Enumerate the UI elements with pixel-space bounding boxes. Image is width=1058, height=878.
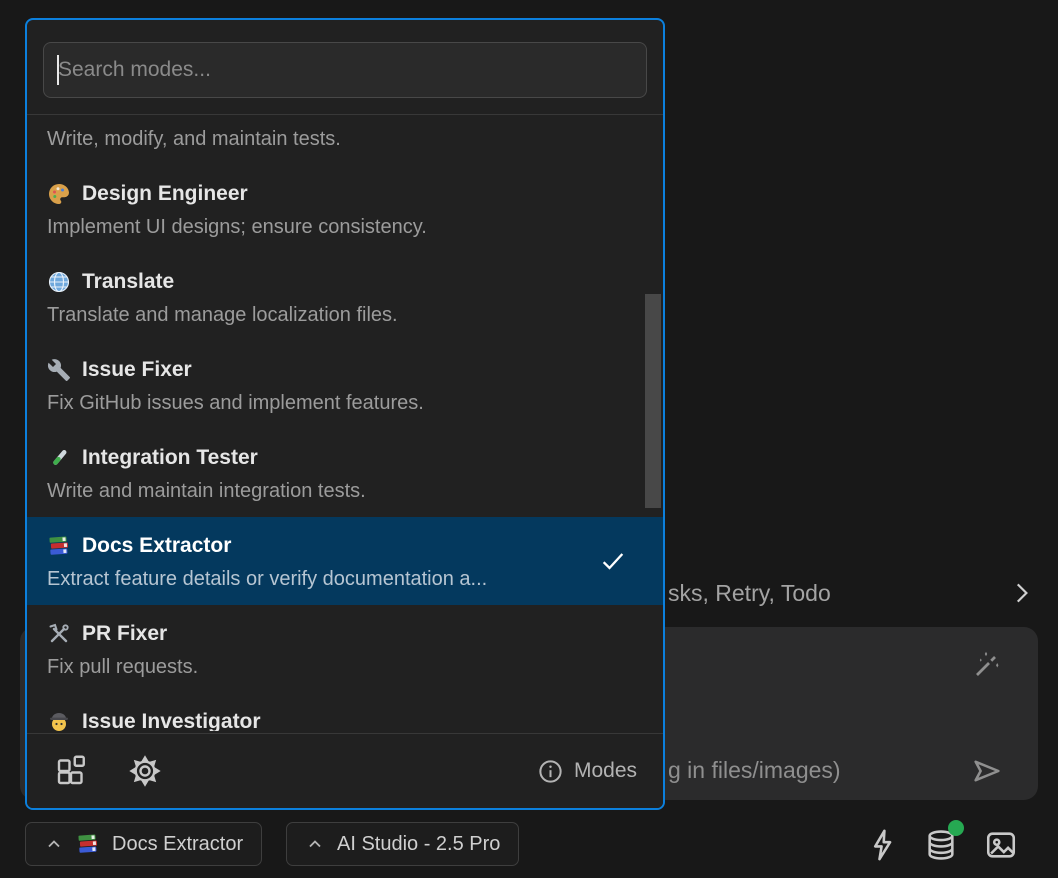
task-header-text: sks, Retry, Todo [668, 580, 831, 607]
palette-icon [47, 182, 71, 206]
modes-label: Modes [574, 759, 637, 783]
mode-item-issue-fixer[interactable]: Issue Fixer Fix GitHub issues and implem… [27, 341, 663, 429]
chevron-up-icon [305, 834, 325, 854]
status-bar: Docs Extractor AI Studio - 2.5 Pro [0, 820, 1058, 870]
info-icon [537, 758, 564, 785]
mode-list: Write, modify, and maintain tests. D [27, 115, 663, 731]
chevron-right-icon[interactable] [1008, 580, 1034, 606]
chat-input-placeholder[interactable]: g in files/images) [668, 757, 841, 784]
search-modes-input[interactable] [43, 42, 647, 98]
search-section [27, 20, 663, 115]
database-status-dot [948, 820, 964, 836]
checkmark-icon [599, 547, 627, 575]
hammer-wrench-icon [47, 622, 71, 646]
mode-item-clipped-top[interactable]: Write, modify, and maintain tests. [27, 115, 663, 165]
app-window: sks, Retry, Todo g in files/images) [0, 0, 1058, 878]
globe-icon [47, 270, 71, 294]
extensions-icon[interactable] [53, 753, 89, 789]
model-selector-label: AI Studio - 2.5 Pro [337, 833, 500, 856]
text-cursor [57, 55, 59, 85]
test-tube-icon [47, 446, 71, 470]
send-icon[interactable] [970, 754, 1004, 788]
test-tube-icon [47, 115, 71, 118]
mode-item-design-engineer[interactable]: Design Engineer Implement UI designs; en… [27, 165, 663, 253]
magic-wand-icon[interactable] [968, 645, 1004, 681]
mode-selector-label: Docs Extractor [112, 833, 243, 856]
gear-icon[interactable] [127, 753, 163, 789]
popup-footer: Modes [27, 733, 663, 808]
mode-item-pr-fixer[interactable]: PR Fixer Fix pull requests. [27, 605, 663, 693]
mode-picker-popup: Write, modify, and maintain tests. D [25, 18, 665, 810]
wrench-icon [47, 358, 71, 382]
books-icon [76, 832, 100, 856]
chevron-up-icon [44, 834, 64, 854]
scrollbar-thumb[interactable] [645, 294, 661, 508]
mode-item-integration-tester[interactable]: Integration Tester Write and maintain in… [27, 429, 663, 517]
mode-selector-button[interactable]: Docs Extractor [25, 822, 262, 866]
model-selector-button[interactable]: AI Studio - 2.5 Pro [286, 822, 519, 866]
books-icon [47, 534, 71, 558]
image-icon[interactable] [984, 828, 1018, 862]
mode-item-translate[interactable]: Translate Translate and manage localizat… [27, 253, 663, 341]
mode-item-docs-extractor[interactable]: Docs Extractor Extract feature details o… [27, 517, 663, 605]
detective-icon [47, 710, 71, 731]
lightning-icon[interactable] [866, 828, 900, 862]
mode-item-issue-investigator[interactable]: Issue Investigator [27, 693, 663, 731]
